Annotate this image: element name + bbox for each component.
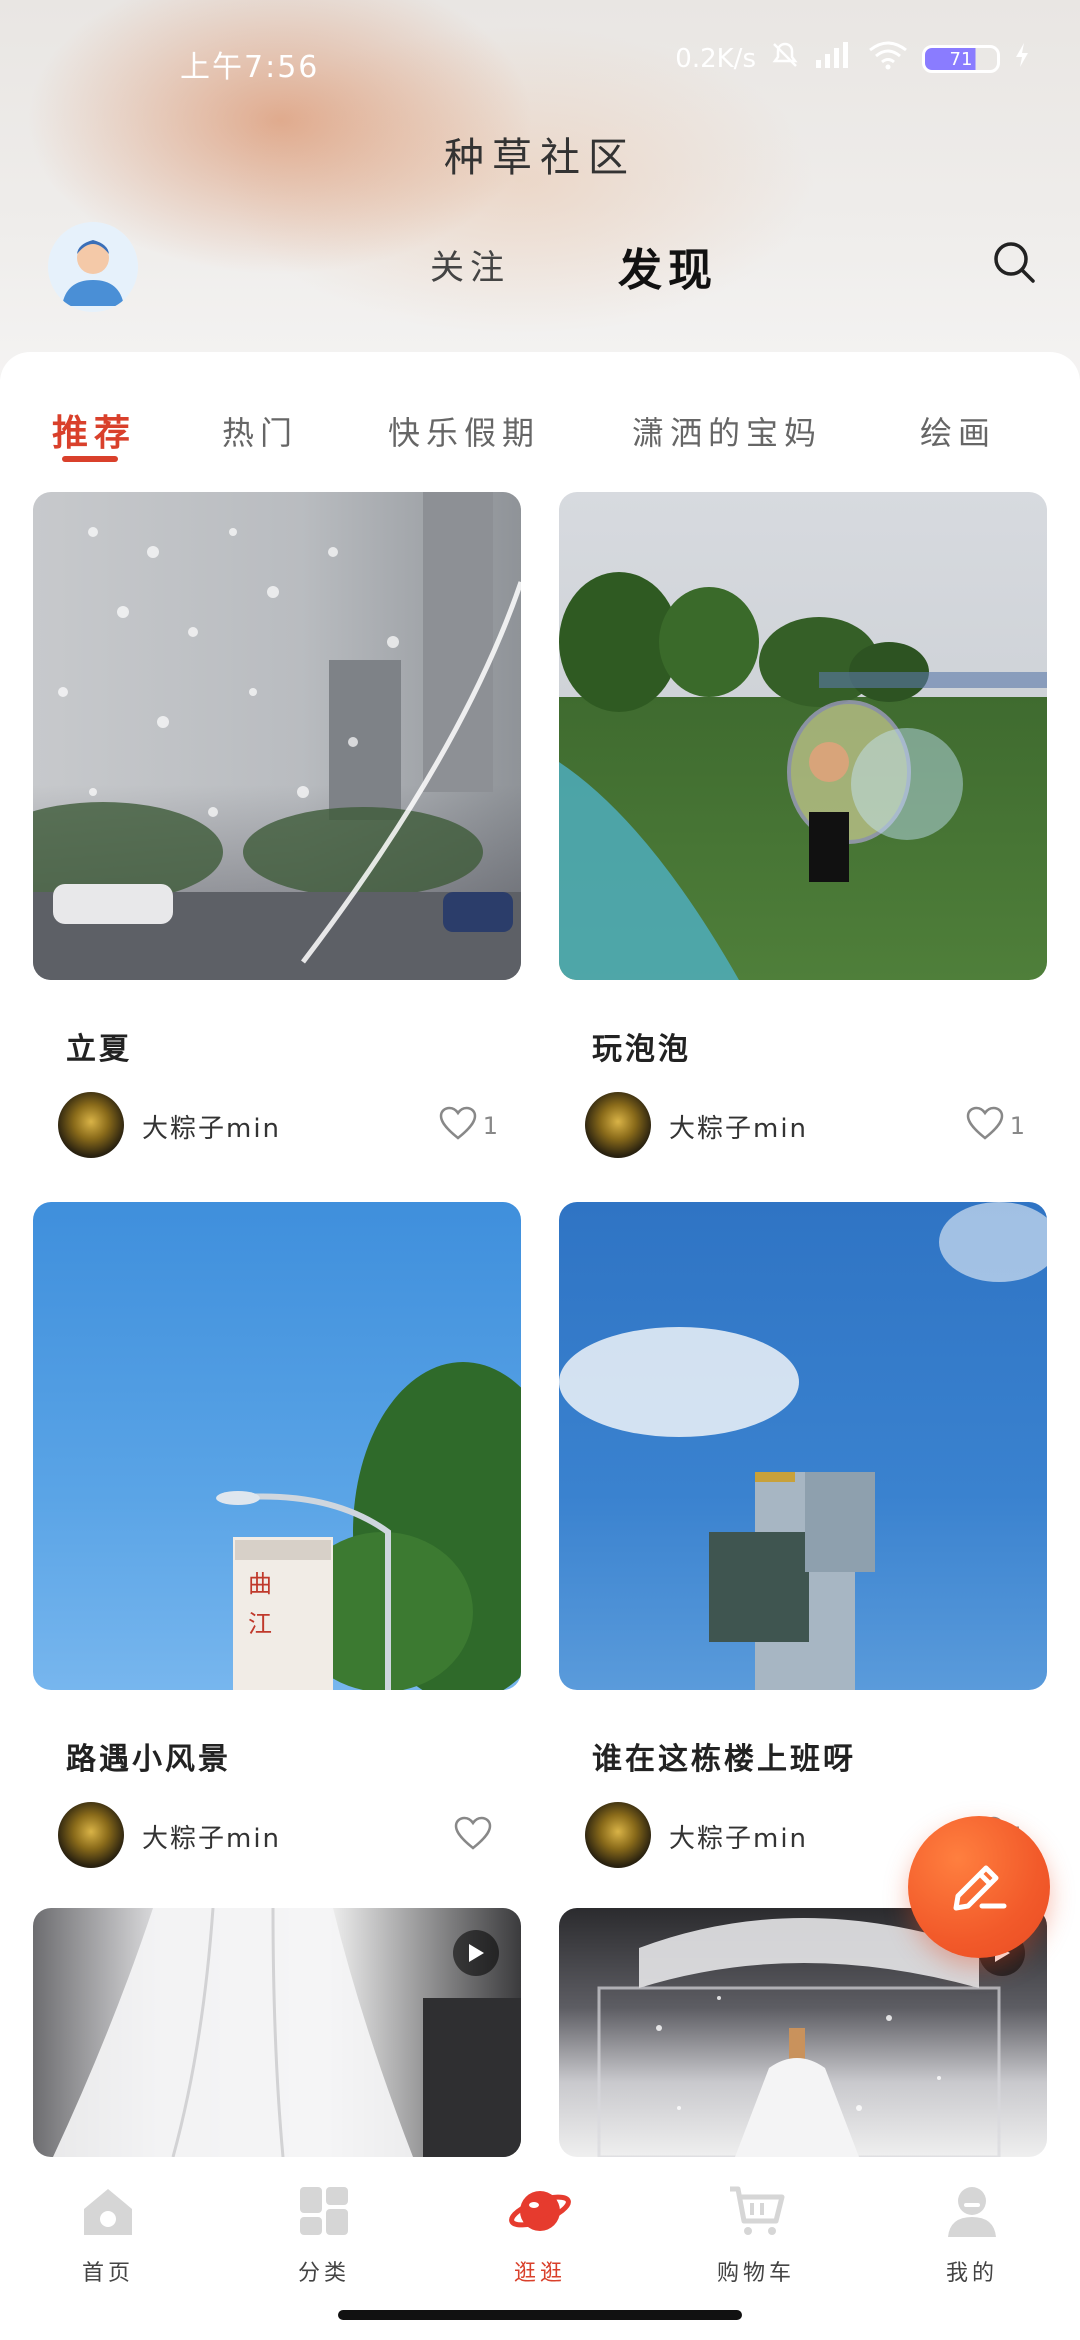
like-button[interactable] [454,1816,498,1856]
mute-bell-icon [770,40,800,78]
like-button[interactable]: 1 [439,1106,498,1146]
category-tab-holiday[interactable]: 快乐假期 [388,408,540,454]
wifi-icon [868,40,908,78]
create-post-button[interactable] [908,1816,1050,1958]
like-count: 1 [482,1112,498,1140]
category-icon [292,2179,356,2243]
post-title[interactable]: 谁在这栋楼上班呀 [592,1734,856,1778]
nav-profile[interactable]: 我的 [892,2179,1052,2287]
like-button[interactable]: 1 [966,1106,1025,1146]
page-title: 种草社区 [444,135,636,181]
category-tab-recommend[interactable]: 推荐 [52,404,136,456]
svg-text:江: 江 [248,1610,272,1638]
network-speed: 0.2K/s [675,44,756,74]
home-indicator[interactable] [338,2310,742,2320]
nav-label: 首页 [81,2261,134,2286]
author-name[interactable]: 大粽子min [669,1818,808,1855]
post-title[interactable]: 玩泡泡 [592,1024,691,1068]
battery-icon: 71 [922,45,1000,73]
post-image[interactable] [559,492,1047,980]
post-meta: 大粽子min 1 [585,1092,1035,1162]
signal-icon [814,40,854,78]
category-active-indicator [62,456,118,462]
post-meta: 大粽子min 1 [58,1092,508,1162]
category-tab-painting[interactable]: 绘画 [920,408,996,454]
heart-icon [454,1816,492,1856]
nav-label: 分类 [297,2261,350,2286]
pencil-icon [944,1850,1014,1924]
planet-icon [508,2179,572,2243]
charging-icon [1014,41,1030,77]
post-meta: 大粽子min [58,1802,508,1872]
category-tab-hot[interactable]: 热门 [222,408,298,454]
feed-card[interactable]: 曲 江 [33,1202,521,1690]
status-bar: 上午7:56 0.2K/s 71 [0,0,1080,120]
nav-label: 购物车 [716,2261,795,2286]
home-icon [76,2179,140,2243]
post-title[interactable]: 立夏 [66,1024,132,1068]
author-name[interactable]: 大粽子min [142,1108,281,1145]
play-icon[interactable] [453,1930,499,1976]
post-image[interactable]: 曲 江 [33,1202,521,1690]
nav-cart[interactable]: 购物车 [676,2179,836,2287]
feed-card[interactable] [33,492,521,980]
nav-category[interactable]: 分类 [244,2179,404,2287]
nav-browse[interactable]: 逛逛 [460,2179,620,2287]
author-avatar[interactable] [58,1802,124,1868]
status-icons: 0.2K/s 71 [675,40,1030,78]
nav-label: 逛逛 [513,2261,566,2286]
tab-discover[interactable]: 发现 [618,234,718,298]
nav-label: 我的 [945,2261,998,2286]
heart-icon [439,1106,477,1146]
author-avatar[interactable] [58,1092,124,1158]
svg-text:曲: 曲 [248,1570,272,1598]
post-image[interactable] [33,492,521,980]
post-image[interactable] [33,1908,521,2157]
post-title[interactable]: 路遇小风景 [66,1734,231,1778]
author-avatar[interactable] [585,1092,651,1158]
tab-follow[interactable]: 关注 [430,240,510,289]
search-icon[interactable] [990,238,1038,286]
feed-card[interactable] [33,1908,521,2157]
category-tabs: 推荐 热门 快乐假期 潇洒的宝妈 绘画 [0,382,1080,472]
top-tabs: 关注 发现 [0,240,1080,300]
like-count: 1 [1009,1112,1025,1140]
heart-icon [966,1106,1004,1146]
category-tab-moms[interactable]: 潇洒的宝妈 [632,408,822,454]
feed-card[interactable] [559,492,1047,980]
feed-card[interactable] [559,1202,1047,1690]
nav-home[interactable]: 首页 [28,2179,188,2287]
author-avatar[interactable] [585,1802,651,1868]
cart-icon [724,2179,788,2243]
author-name[interactable]: 大粽子min [669,1108,808,1145]
post-image[interactable] [559,1202,1047,1690]
profile-icon [940,2179,1004,2243]
status-time: 上午7:56 [180,50,320,85]
author-name[interactable]: 大粽子min [142,1818,281,1855]
